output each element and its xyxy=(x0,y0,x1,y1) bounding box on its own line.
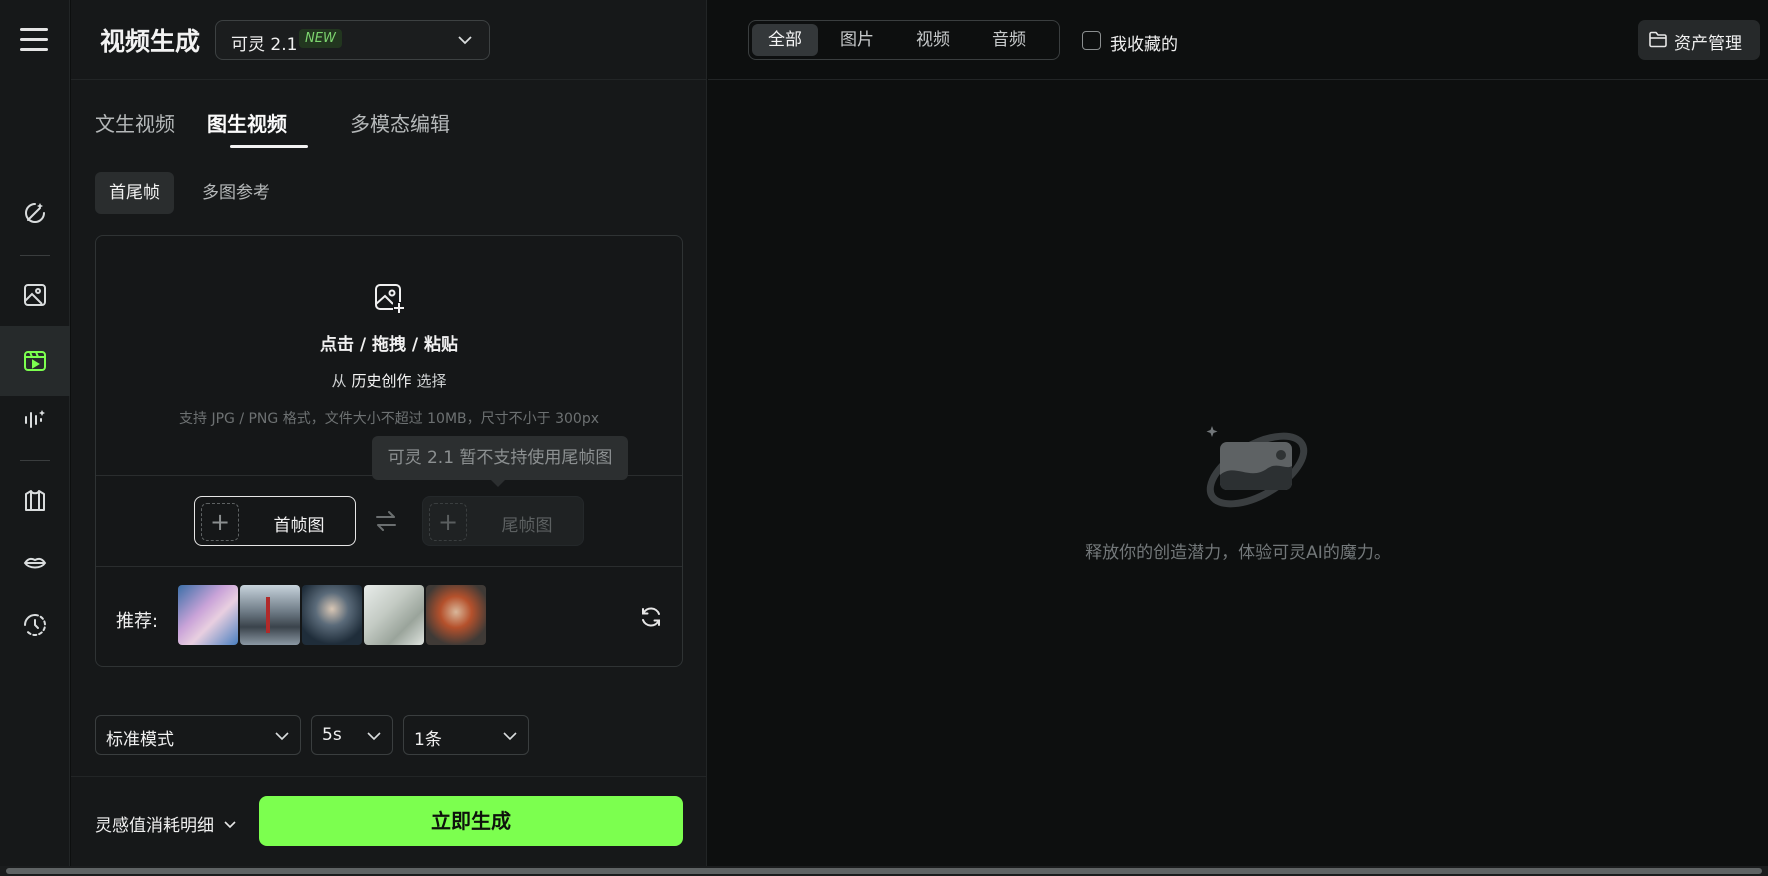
recommend-label: 推荐: xyxy=(116,611,159,632)
asset-management-label: 资产管理 xyxy=(1674,34,1742,54)
asset-management-button[interactable]: 资产管理 xyxy=(1638,20,1760,60)
recommend-thumb[interactable] xyxy=(364,585,424,645)
chevron-down-icon xyxy=(503,732,517,741)
checkbox-box xyxy=(1082,31,1101,50)
panel-footer: 灵感值消耗明细 立即生成 xyxy=(71,776,707,866)
panel-header: 视频生成 可灵 2.1 NEW xyxy=(71,0,707,80)
scrollbar-thumb[interactable] xyxy=(6,868,1762,874)
refresh-icon[interactable] xyxy=(639,605,663,629)
plus-icon: + xyxy=(429,503,467,541)
audio-icon[interactable] xyxy=(0,384,70,454)
upload-title: 点击 / 拖拽 / 粘贴 xyxy=(319,335,459,355)
mode-value: 标准模式 xyxy=(106,730,174,750)
plus-icon: + xyxy=(201,503,239,541)
model-name: 可灵 2.1 xyxy=(231,35,298,55)
chevron-down-icon xyxy=(458,36,472,45)
count-value: 1条 xyxy=(414,730,442,750)
history-link[interactable]: 历史创作 xyxy=(351,372,411,390)
shirt-icon[interactable] xyxy=(0,466,70,536)
recommend-thumb[interactable] xyxy=(178,585,238,645)
generation-panel: 视频生成 可灵 2.1 NEW 文生视频 图生视频 多模态编辑 首尾帧 多图参考… xyxy=(71,0,707,866)
image-icon[interactable] xyxy=(0,260,70,330)
upload-from: 从历史创作 选择 xyxy=(96,370,682,391)
filter-images[interactable]: 图片 xyxy=(821,24,893,56)
recommend-thumb[interactable] xyxy=(426,585,486,645)
first-frame-button[interactable]: + 首帧图 xyxy=(194,496,356,546)
recommend-thumb[interactable] xyxy=(302,585,362,645)
swap-icon[interactable] xyxy=(374,510,398,532)
tail-frame-tooltip: 可灵 2.1 暂不支持使用尾帧图 xyxy=(372,436,628,487)
empty-state-text: 释放你的创造潜力，体验可灵AI的魔力。 xyxy=(1085,543,1391,563)
lips-icon[interactable] xyxy=(0,528,70,598)
recommend-thumb[interactable] xyxy=(240,585,300,645)
last-frame-label: 尾帧图 xyxy=(501,516,553,536)
tab-text-to-video[interactable]: 文生视频 xyxy=(95,108,175,137)
recommend-row: 推荐: xyxy=(96,566,682,666)
upload-from-prefix: 从 xyxy=(331,372,347,390)
cost-detail-dropdown[interactable]: 灵感值消耗明细 xyxy=(95,811,237,836)
upload-card: 点击 / 拖拽 / 粘贴 从历史创作 选择 支持 JPG / PNG 格式，文件大… xyxy=(95,235,683,667)
gallery-header: 全部 图片 视频 音频 我收藏的 资产管理 xyxy=(708,0,1768,80)
tab-underline xyxy=(230,145,308,148)
upload-hint: 支持 JPG / PNG 格式，文件大小不超过 10MB，尺寸不小于 300px xyxy=(179,411,599,427)
tab-multimodal-edit[interactable]: 多模态编辑 xyxy=(350,108,450,137)
rail-divider xyxy=(20,255,50,256)
menu-icon[interactable] xyxy=(20,28,48,52)
last-frame-button[interactable]: + 尾帧图 xyxy=(422,496,584,546)
mode-select[interactable]: 标准模式 xyxy=(95,715,301,755)
image-add-icon xyxy=(375,284,405,314)
model-select[interactable]: 可灵 2.1 NEW xyxy=(215,20,490,60)
chevron-down-icon xyxy=(224,821,236,829)
duration-select[interactable]: 5s xyxy=(311,715,393,755)
page-title: 视频生成 xyxy=(100,27,201,56)
history-icon[interactable] xyxy=(0,590,70,660)
generate-button[interactable]: 立即生成 xyxy=(259,796,683,846)
count-select[interactable]: 1条 xyxy=(403,715,529,755)
duration-value: 5s xyxy=(322,725,342,745)
subtab-first-last-frame[interactable]: 首尾帧 xyxy=(95,172,174,214)
filter-audio[interactable]: 音频 xyxy=(973,24,1045,56)
horizontal-scrollbar[interactable] xyxy=(0,866,1768,876)
filter-all[interactable]: 全部 xyxy=(752,24,818,56)
chevron-down-icon xyxy=(275,732,289,741)
new-badge: NEW xyxy=(299,29,342,48)
first-frame-label: 首帧图 xyxy=(273,516,325,536)
empty-gallery-icon xyxy=(1206,426,1308,508)
subtab-multi-image-ref[interactable]: 多图参考 xyxy=(188,172,284,214)
rail-divider xyxy=(20,460,50,461)
chevron-down-icon xyxy=(367,732,381,741)
filter-segment: 全部 图片 视频 音频 xyxy=(748,20,1060,60)
tab-image-to-video[interactable]: 图生视频 xyxy=(207,108,287,137)
magic-wand-icon[interactable] xyxy=(0,178,70,248)
folder-icon xyxy=(1649,31,1667,48)
nav-rail xyxy=(0,0,70,876)
filter-videos[interactable]: 视频 xyxy=(897,24,969,56)
cost-detail-label: 灵感值消耗明细 xyxy=(95,816,214,836)
favorites-label: 我收藏的 xyxy=(1110,35,1178,55)
upload-from-suffix: 选择 xyxy=(416,372,447,390)
